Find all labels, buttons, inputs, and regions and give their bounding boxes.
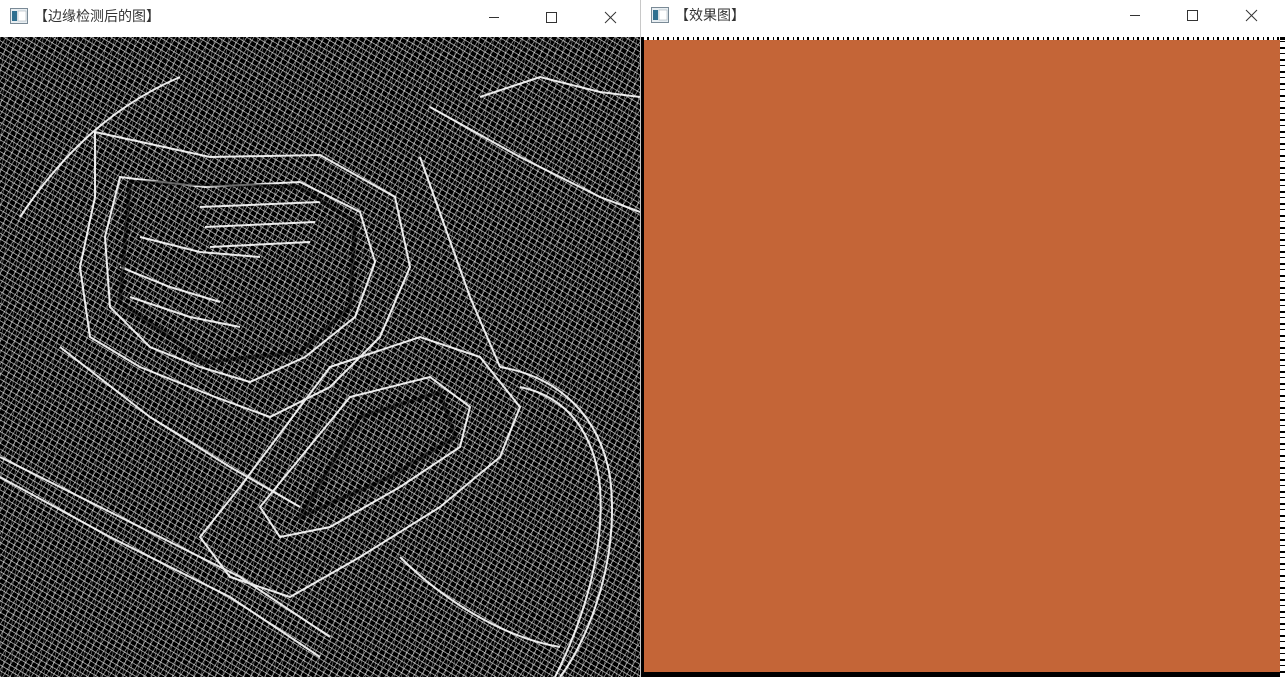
effect-image xyxy=(641,37,1285,677)
minimize-button[interactable] xyxy=(1106,0,1164,34)
app-icon xyxy=(651,7,669,23)
window-title: 【边缘检测后的图】 xyxy=(34,9,160,25)
maximize-button[interactable] xyxy=(1164,0,1222,34)
app-icon xyxy=(10,8,28,24)
title-bar[interactable]: 【边缘检测后的图】 xyxy=(0,0,640,34)
effect-fill-area xyxy=(644,40,1280,672)
close-icon xyxy=(604,11,617,24)
maximize-button[interactable] xyxy=(523,0,581,34)
title-bar[interactable]: 【效果图】 xyxy=(641,0,1285,34)
maximize-icon xyxy=(546,12,557,23)
close-button[interactable] xyxy=(1222,0,1280,34)
maximize-icon xyxy=(1187,10,1198,21)
minimize-icon xyxy=(489,17,499,18)
edge-outlines xyxy=(0,75,640,677)
close-button[interactable] xyxy=(581,0,639,34)
edge-noise-strip xyxy=(1280,40,1285,677)
minimize-button[interactable] xyxy=(465,0,523,34)
close-icon xyxy=(1245,9,1258,22)
edge-detection-window: 【边缘检测后的图】 xyxy=(0,0,641,677)
window-title: 【效果图】 xyxy=(675,8,745,24)
effect-window: 【效果图】 xyxy=(641,0,1285,677)
edge-detection-image xyxy=(0,37,640,677)
minimize-icon xyxy=(1130,15,1140,16)
